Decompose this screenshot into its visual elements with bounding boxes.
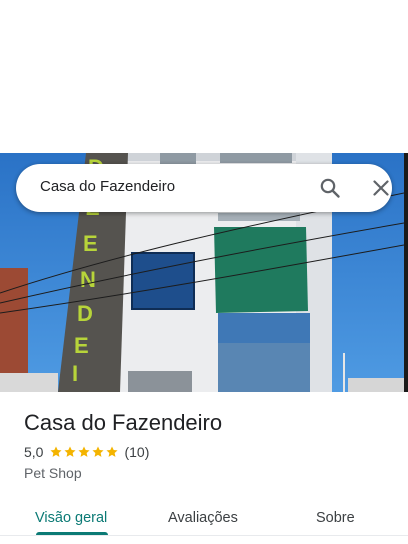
svg-text:E: E (74, 333, 89, 358)
place-tabs: Visão geral Avaliações Sobre (0, 500, 408, 544)
rating-row[interactable]: 5,0 (10) (24, 444, 149, 460)
star-icon (92, 446, 105, 457)
star-icon (78, 446, 91, 457)
photo-edge (404, 153, 408, 392)
svg-text:D: D (77, 301, 93, 326)
search-box[interactable]: Casa do Fazendeiro (16, 164, 392, 212)
place-category[interactable]: Pet Shop (24, 465, 82, 481)
svg-text:N: N (80, 267, 96, 292)
tab-reviews[interactable]: Avaliações (168, 504, 238, 532)
search-icon[interactable] (318, 176, 342, 200)
rating-value: 5,0 (24, 444, 44, 460)
tabs-divider (0, 535, 408, 536)
star-icon (64, 446, 77, 457)
svg-text:I: I (72, 361, 78, 386)
place-title: Casa do Fazendeiro (24, 410, 223, 435)
search-input[interactable]: Casa do Fazendeiro (40, 178, 175, 195)
tab-about[interactable]: Sobre (316, 504, 355, 532)
place-info-panel: Casa do Fazendeiro 5,0 (10) Pet Shop Vis… (0, 392, 408, 544)
star-icon (50, 446, 63, 457)
star-icon (106, 446, 119, 457)
close-icon[interactable] (369, 176, 393, 200)
star-rating (49, 445, 119, 459)
svg-text:E: E (83, 231, 98, 256)
maps-place-view: D Z E N D E I (0, 0, 408, 544)
tab-overview[interactable]: Visão geral (35, 504, 107, 532)
review-count[interactable]: (10) (124, 444, 149, 460)
